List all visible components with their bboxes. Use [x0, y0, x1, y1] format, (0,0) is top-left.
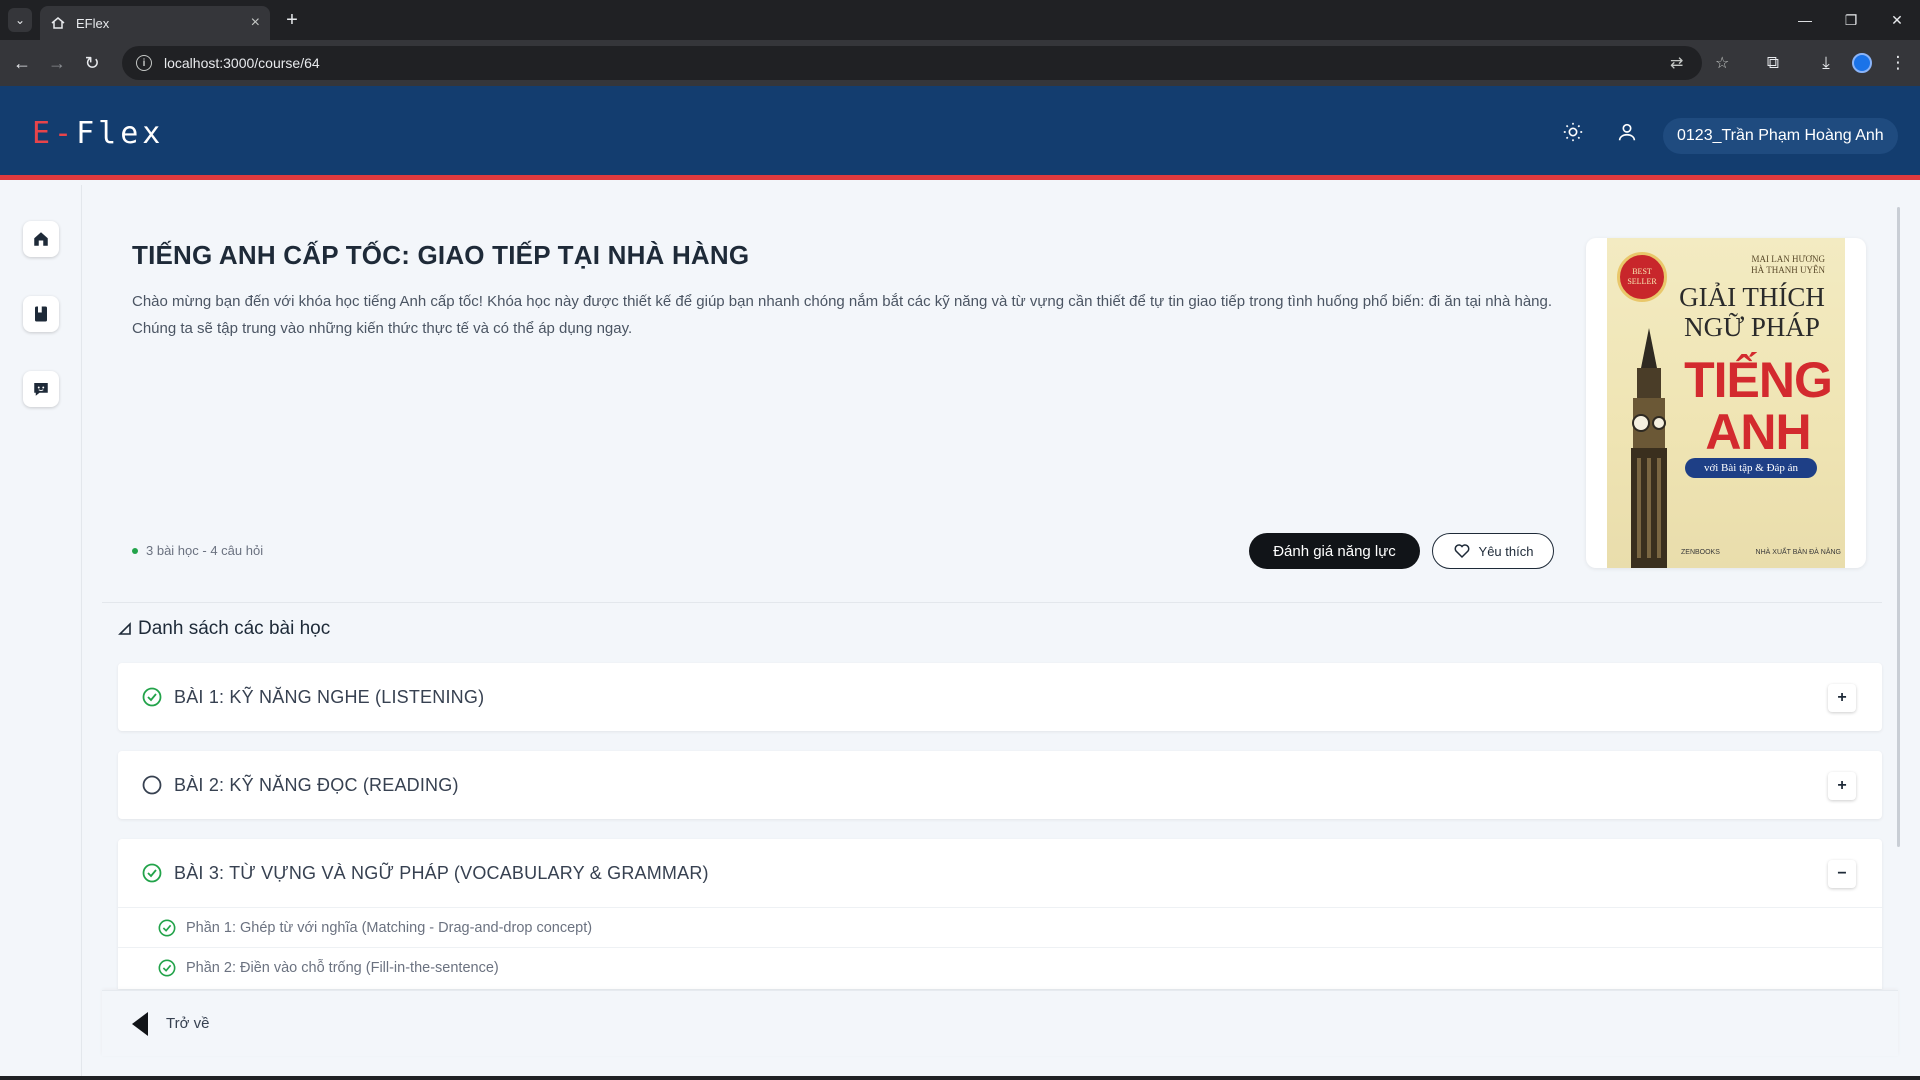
browser-tab[interactable]: EFlex ×	[40, 6, 270, 40]
cover-title-line2: TIẾNG ANH	[1684, 352, 1833, 460]
new-tab-icon[interactable]: +	[280, 8, 304, 32]
check-circle-icon	[158, 919, 176, 936]
theme-toggle-sun-icon[interactable]	[1559, 118, 1587, 146]
back-link[interactable]: Trở về	[166, 1015, 209, 1032]
chat-bot-icon	[34, 383, 48, 396]
app-logo[interactable]: E-Flex	[32, 116, 164, 151]
check-circle-icon	[158, 959, 176, 976]
lesson-part-row[interactable]: Phần 2: Điền vào chỗ trống (Fill-in-the-…	[118, 947, 1882, 987]
site-favicon-icon	[51, 17, 65, 29]
lesson-card[interactable]: BÀI 1: KỸ NĂNG NGHE (LISTENING) +	[118, 663, 1882, 731]
sidebar-item-home[interactable]	[23, 221, 59, 257]
tab-close-icon[interactable]: ×	[251, 14, 260, 32]
collapse-triangle-icon	[118, 622, 131, 635]
profile-avatar-icon[interactable]	[1848, 49, 1876, 77]
sidebar-item-chat[interactable]	[23, 371, 59, 407]
close-window-icon[interactable]: ✕	[1874, 0, 1920, 40]
reload-icon[interactable]: ↻	[78, 49, 106, 77]
lesson-header[interactable]: BÀI 2: KỸ NĂNG ĐỌC (READING) +	[118, 751, 1882, 819]
course-title: TIẾNG ANH CẤP TỐC: GIAO TIẾP TẠI NHÀ HÀN…	[132, 240, 750, 270]
lesson-title: BÀI 1: KỸ NĂNG NGHE (LISTENING)	[174, 686, 485, 707]
extensions-icon[interactable]: ⧉	[1759, 49, 1787, 77]
check-circle-icon	[142, 687, 162, 707]
lesson-list-header[interactable]: Danh sách các bài học	[118, 618, 330, 640]
book-icon	[35, 306, 47, 322]
assess-ability-button[interactable]: Đánh giá năng lực	[1249, 533, 1420, 569]
expand-button[interactable]: +	[1828, 684, 1856, 712]
translate-icon[interactable]: ⇄	[1670, 46, 1683, 80]
expand-button[interactable]: +	[1828, 772, 1856, 800]
lesson-part-row[interactable]: Phần 1: Ghép từ với nghĩa (Matching - Dr…	[118, 907, 1882, 947]
restore-icon[interactable]: ❐	[1828, 0, 1874, 40]
browser-toolbar: ← → ↻ i localhost:3000/course/64 ⇄ ☆ ⧉ ⤓…	[0, 40, 1920, 86]
lesson-part-label: Phần 1: Ghép từ với nghĩa (Matching - Dr…	[186, 919, 593, 936]
page-scrollbar[interactable]	[1897, 207, 1900, 847]
cover-subtitle: với Bài tập & Đáp án	[1685, 458, 1817, 478]
status-dot-icon	[132, 547, 138, 554]
sidebar-item-courses[interactable]	[23, 296, 59, 332]
window-bottom-edge	[0, 1076, 1920, 1080]
collapse-button[interactable]: −	[1828, 860, 1856, 888]
lesson-header[interactable]: BÀI 1: KỸ NĂNG NGHE (LISTENING) +	[118, 663, 1882, 731]
bookmark-star-icon[interactable]: ☆	[1715, 46, 1729, 80]
url-text: localhost:3000/course/64	[164, 55, 320, 71]
lesson-part-label: Phần 2: Điền vào chỗ trống (Fill-in-the-…	[186, 959, 499, 976]
lesson-title: BÀI 2: KỸ NĂNG ĐỌC (READING)	[174, 774, 459, 795]
tab-title: EFlex	[76, 15, 110, 31]
best-seller-badge: BEST SELLER	[1617, 252, 1667, 302]
address-bar[interactable]: i localhost:3000/course/64 ⇄ ☆	[122, 46, 1729, 80]
user-name-pill[interactable]: 0123_Trần Phạm Hoàng Anh	[1663, 118, 1898, 154]
favorite-label: Yêu thích	[1478, 543, 1534, 559]
sidebar	[0, 185, 82, 1080]
home-icon	[34, 232, 48, 246]
browser-tab-strip: ⌄ EFlex × + — ❐ ✕	[0, 0, 1920, 40]
cover-publishers: ZENBOOKS NHÀ XUẤT BẢN ĐÀ NẴNG	[1681, 549, 1841, 556]
lesson-card[interactable]: BÀI 3: TỪ VỰNG VÀ NGỮ PHÁP (VOCABULARY &…	[118, 839, 1882, 989]
lesson-title: BÀI 3: TỪ VỰNG VÀ NGỮ PHÁP (VOCABULARY &…	[174, 862, 709, 883]
check-circle-icon	[142, 863, 162, 883]
empty-circle-icon	[142, 775, 162, 795]
footer-bar: Trở về	[102, 990, 1898, 1056]
course-cover-image: BEST SELLER MAI LAN HƯƠNG HÀ THANH UYÊN …	[1607, 238, 1845, 568]
cover-title-line1: GIẢI THÍCH NGỮ PHÁP	[1679, 282, 1825, 342]
cover-authors: MAI LAN HƯƠNG HÀ THANH UYÊN	[1751, 254, 1825, 275]
forward-arrow-icon[interactable]: →	[43, 49, 71, 77]
course-meta: 3 bài học - 4 câu hỏi	[132, 543, 263, 558]
big-ben-tower-icon	[1631, 328, 1667, 568]
favorite-button[interactable]: Yêu thích	[1432, 533, 1554, 569]
course-cover-card: BEST SELLER MAI LAN HƯƠNG HÀ THANH UYÊN …	[1586, 238, 1866, 568]
tab-search-dropdown-icon[interactable]: ⌄	[8, 8, 32, 32]
user-profile-icon[interactable]	[1613, 118, 1641, 146]
minimize-icon[interactable]: —	[1782, 0, 1828, 40]
site-info-icon[interactable]: i	[136, 55, 152, 71]
lesson-card[interactable]: BÀI 2: KỸ NĂNG ĐỌC (READING) +	[118, 751, 1882, 819]
lesson-header[interactable]: BÀI 3: TỪ VỰNG VÀ NGỮ PHÁP (VOCABULARY &…	[118, 839, 1882, 907]
section-divider	[102, 602, 1882, 603]
back-triangle-icon[interactable]	[130, 1011, 150, 1037]
back-arrow-icon[interactable]: ←	[8, 49, 36, 77]
app-header: E-Flex 0123_Trần Phạm Hoàng Anh	[0, 86, 1920, 180]
course-meta-text: 3 bài học - 4 câu hỏi	[146, 543, 264, 558]
browser-menu-icon[interactable]: ⋮	[1884, 49, 1912, 77]
heart-icon	[1454, 544, 1469, 559]
course-description: Chào mừng bạn đến với khóa học tiếng Anh…	[132, 293, 1553, 337]
download-icon[interactable]: ⤓	[1812, 49, 1840, 77]
